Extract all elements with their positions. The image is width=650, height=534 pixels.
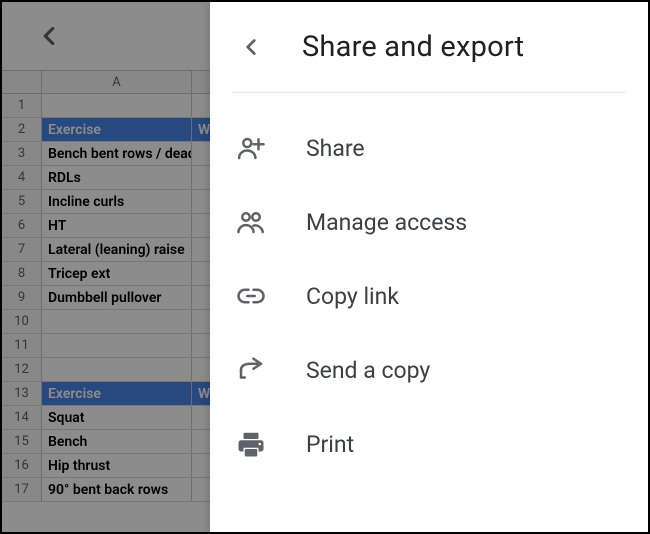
share-arrow-icon	[234, 355, 268, 385]
share-export-panel: Share and export Share Manage access Copy …	[210, 2, 648, 532]
share-menu-item[interactable]: Share	[210, 111, 648, 185]
menu-item-label: Send a copy	[306, 357, 430, 384]
chevron-left-icon	[238, 34, 264, 60]
copy-link-menu-item[interactable]: Copy link	[210, 259, 648, 333]
print-menu-item[interactable]: Print	[210, 407, 648, 481]
people-icon	[234, 207, 268, 237]
panel-menu: Share Manage access Copy link Send a copy Pr…	[210, 93, 648, 481]
menu-item-label: Share	[306, 135, 365, 162]
menu-item-label: Manage access	[306, 209, 467, 236]
link-icon	[234, 281, 268, 311]
manage-access-menu-item[interactable]: Manage access	[210, 185, 648, 259]
menu-item-label: Print	[306, 431, 354, 458]
panel-header: Share and export	[210, 2, 648, 92]
panel-back-button[interactable]	[234, 30, 268, 64]
person-plus-icon	[234, 133, 268, 163]
menu-item-label: Copy link	[306, 283, 399, 310]
print-icon	[234, 429, 268, 459]
panel-title: Share and export	[302, 30, 524, 64]
send-copy-menu-item[interactable]: Send a copy	[210, 333, 648, 407]
